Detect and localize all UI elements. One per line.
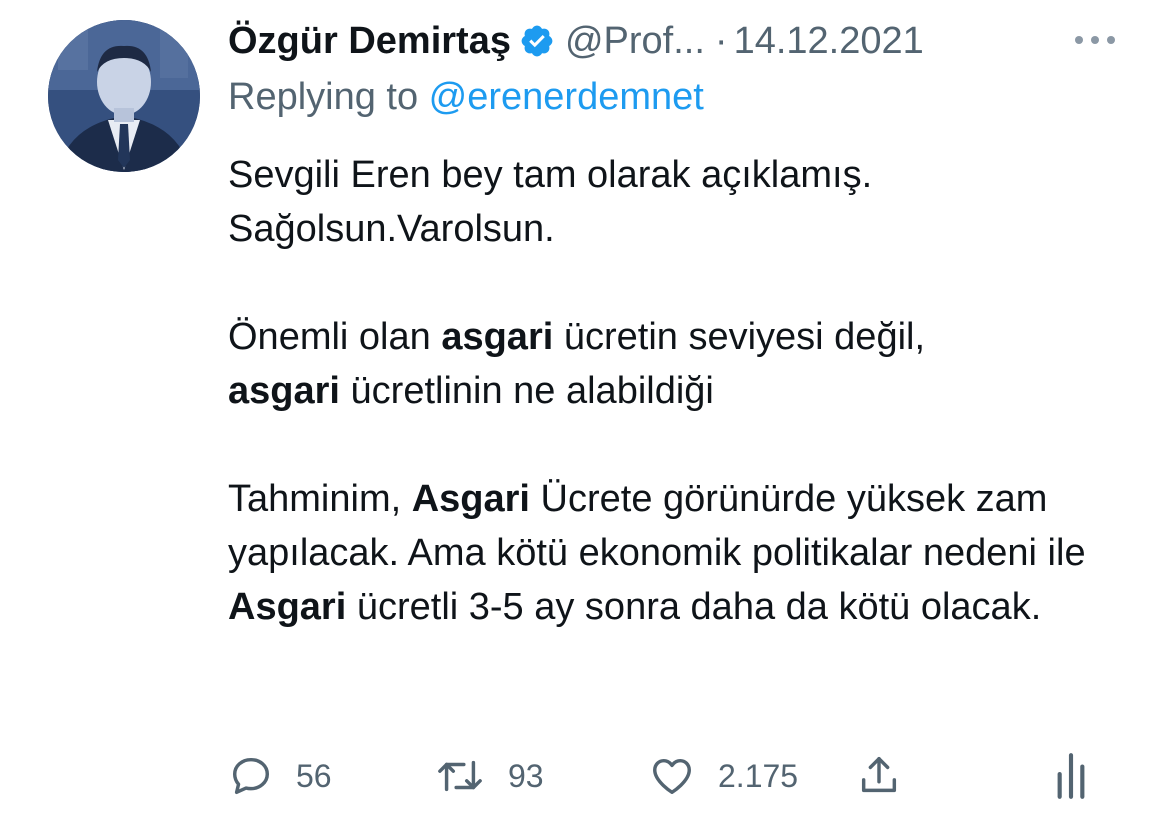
tweet-date[interactable]: 14.12.2021	[734, 20, 924, 63]
tweet: Özgür Demirtaş @Prof... · 14.12.2021 Rep…	[0, 0, 1170, 818]
tweet-line: Sevgili Eren bey tam olarak açıklamış.	[228, 154, 873, 196]
reply-button[interactable]: 56	[228, 748, 332, 804]
like-count: 2.175	[718, 757, 799, 794]
retweet-button[interactable]: 93	[434, 748, 544, 804]
reply-count: 56	[296, 757, 332, 794]
tweet-paragraph: Önemli olan asgari ücretin seviyesi deği…	[228, 316, 926, 358]
tweet-header: Özgür Demirtaş @Prof... · 14.12.2021	[228, 16, 924, 66]
heart-icon	[653, 758, 691, 795]
share-button[interactable]	[856, 748, 902, 804]
tweet-text: Sevgili Eren bey tam olarak açıklamış. S…	[228, 148, 1148, 634]
author-name[interactable]: Özgür Demirtaş	[228, 20, 511, 63]
avatar-photo	[48, 20, 200, 172]
replying-to-label: Replying to	[228, 76, 429, 118]
tweet-paragraph: Tahminim, Asgari Ücrete görünürde yüksek…	[228, 478, 1086, 628]
share-icon	[861, 757, 897, 793]
replying-to: Replying to @erenerdemnet	[228, 76, 704, 119]
avatar[interactable]	[48, 20, 200, 172]
separator-dot: ·	[714, 19, 728, 62]
reply-icon	[232, 757, 270, 795]
more-options-icon[interactable]	[1070, 22, 1120, 58]
tweet-paragraph: asgari ücretlinin ne alabildiği	[228, 370, 714, 412]
retweet-count: 93	[508, 757, 544, 794]
author-handle[interactable]: @Prof...	[565, 20, 705, 63]
verified-badge-icon	[519, 23, 555, 59]
analytics-icon	[1057, 753, 1085, 799]
like-button[interactable]: 2.175	[648, 748, 798, 804]
tweet-line: Sağolsun.Varolsun.	[228, 208, 555, 250]
reply-mention-link[interactable]: @erenerdemnet	[429, 76, 704, 118]
analytics-button[interactable]	[1054, 748, 1088, 804]
action-bar: 56 93 2.175	[228, 748, 1108, 804]
retweet-icon	[438, 760, 482, 792]
